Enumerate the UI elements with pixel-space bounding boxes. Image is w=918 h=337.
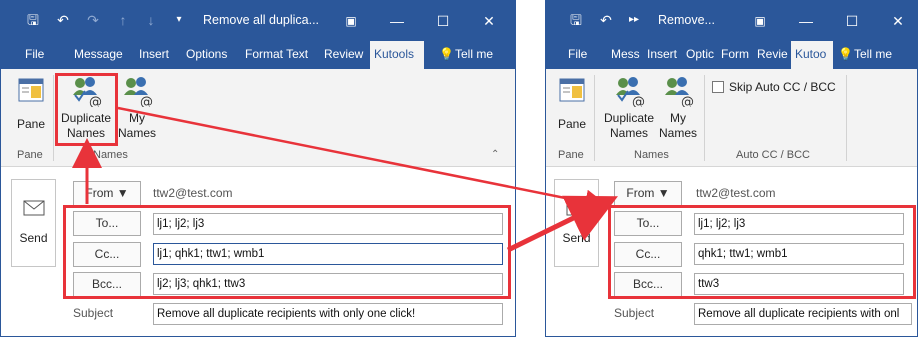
dropdown-icon: ▼ (116, 186, 129, 200)
tab-tell-me[interactable]: Tell me (455, 47, 493, 61)
my-names-button[interactable]: @ My Names (117, 75, 157, 141)
title-bar: 🖫 ↶ ▸▸ Remove... ▣ — ☐ ✕ (546, 1, 917, 41)
subject-field[interactable]: Remove all duplicate recipients with onl… (153, 303, 503, 325)
window-title: Remove... (658, 13, 715, 27)
maximize-icon[interactable]: ☐ (842, 11, 862, 31)
tab-message[interactable]: Message (74, 47, 123, 61)
maximize-icon[interactable]: ☐ (433, 11, 453, 31)
subject-label: Subject (73, 306, 114, 320)
from-value: ttw2@test.com (153, 186, 233, 200)
from-button[interactable]: From ▼ (614, 181, 682, 206)
group-separator (704, 75, 705, 161)
pane-label: Pane (557, 117, 587, 131)
undo-icon[interactable]: ↶ (53, 10, 73, 30)
group-label-names: Names (634, 149, 669, 161)
restore-icon[interactable]: ▣ (750, 11, 770, 31)
envelope-icon (566, 200, 587, 216)
skip-auto-cc-label[interactable]: Skip Auto CC / BCC (729, 80, 836, 94)
subject-label: Subject (614, 306, 655, 320)
tab-file[interactable]: File (25, 47, 44, 61)
group-label-names: Names (93, 149, 128, 161)
customize-icon[interactable]: ▾ (169, 10, 189, 30)
lightbulb-icon: 💡 (439, 47, 454, 61)
outlook-window-after: 🖫 ↶ ▸▸ Remove... ▣ — ☐ ✕ File Mess Inser… (545, 0, 918, 337)
save-icon[interactable]: 🖫 (566, 10, 586, 30)
from-button[interactable]: From ▼ (73, 181, 141, 206)
tab-review[interactable]: Review (324, 47, 363, 61)
dropdown-icon: ▼ (657, 186, 670, 200)
group-label-pane: Pane (558, 149, 584, 161)
svg-text:@: @ (681, 95, 694, 107)
lightbulb-icon: 💡 (838, 47, 853, 61)
group-label-auto-cc: Auto CC / BCC (736, 149, 810, 161)
group-separator (846, 75, 847, 161)
pane-icon (18, 78, 44, 102)
minimize-icon[interactable]: — (796, 11, 816, 31)
tab-kutools[interactable]: Kutoo (791, 41, 833, 69)
save-icon[interactable]: 🖫 (23, 10, 43, 30)
restore-icon[interactable]: ▣ (341, 11, 361, 31)
highlight-duplicate-names (55, 73, 118, 146)
skip-auto-cc-checkbox[interactable] (712, 81, 724, 93)
subject-field[interactable]: Remove all duplicate recipients with onl (694, 303, 912, 325)
tab-review[interactable]: Revie (757, 47, 788, 61)
pane-icon (559, 78, 585, 102)
duplicate-names-button[interactable]: @ Duplicate Names (600, 75, 658, 141)
send-label: Send (19, 231, 48, 245)
tab-insert[interactable]: Insert (647, 47, 677, 61)
duplicate-names-label-2: Names (609, 126, 648, 140)
tab-insert[interactable]: Insert (139, 47, 169, 61)
ribbon-tabs: File Mess Insert Optic Form Revie Kutoo … (546, 41, 917, 69)
tab-options[interactable]: Options (186, 47, 227, 61)
down-icon[interactable]: ↓ (141, 10, 161, 30)
svg-text:@: @ (140, 95, 153, 107)
send-button[interactable]: Send (554, 179, 599, 267)
my-names-label-1: My (129, 111, 145, 125)
my-names-button[interactable]: @ My Names (658, 75, 698, 141)
send-label: Send (562, 231, 591, 245)
pane-button[interactable]: Pane (552, 77, 592, 132)
tab-format-text[interactable]: Form (721, 47, 749, 61)
outlook-window-before: 🖫 ↶ ↷ ↑ ↓ ▾ Remove all duplica... ▣ — ☐ … (0, 0, 516, 337)
up-icon[interactable]: ↑ (113, 10, 133, 30)
tab-options[interactable]: Optic (686, 47, 714, 61)
tab-file[interactable]: File (568, 47, 587, 61)
pane-button[interactable]: Pane (11, 77, 51, 132)
my-names-label-2: Names (658, 126, 697, 140)
pane-label: Pane (16, 117, 46, 131)
send-button[interactable]: Send (11, 179, 56, 267)
from-label: From (626, 186, 655, 200)
svg-text:@: @ (632, 95, 645, 107)
my-names-icon: @ (124, 77, 153, 110)
redo-icon[interactable]: ↷ (83, 10, 103, 30)
title-bar: 🖫 ↶ ↷ ↑ ↓ ▾ Remove all duplica... ▣ — ☐ … (1, 1, 515, 41)
tab-format-text[interactable]: Format Text (245, 47, 308, 61)
highlight-recipients-before (63, 205, 511, 299)
undo-icon[interactable]: ↶ (596, 10, 616, 30)
collapse-icon[interactable]: ⌃ (491, 149, 499, 160)
close-icon[interactable]: ✕ (479, 11, 499, 31)
customize-icon[interactable]: ▸▸ (624, 10, 644, 30)
ribbon-tabs: File Message Insert Options Format Text … (1, 41, 515, 69)
tab-kutools[interactable]: Kutools (370, 41, 424, 69)
duplicate-names-label-1: Duplicate (603, 111, 655, 125)
from-value: ttw2@test.com (696, 186, 776, 200)
tab-message[interactable]: Mess (611, 47, 640, 61)
group-label-pane: Pane (17, 149, 43, 161)
window-title: Remove all duplica... (203, 13, 320, 27)
my-names-icon: @ (665, 77, 694, 110)
group-separator (594, 75, 595, 161)
envelope-icon (23, 200, 44, 216)
close-icon[interactable]: ✕ (888, 11, 908, 31)
duplicate-names-icon: @ (616, 77, 645, 110)
ribbon: Pane @ Duplicate Names @ My Names Skip A… (546, 69, 917, 167)
tab-tell-me[interactable]: Tell me (854, 47, 892, 61)
my-names-label-2: Names (117, 126, 156, 140)
minimize-icon[interactable]: — (387, 11, 407, 31)
highlight-recipients-after (608, 205, 916, 299)
from-label: From (85, 186, 114, 200)
group-separator (53, 75, 54, 161)
my-names-label-1: My (670, 111, 686, 125)
